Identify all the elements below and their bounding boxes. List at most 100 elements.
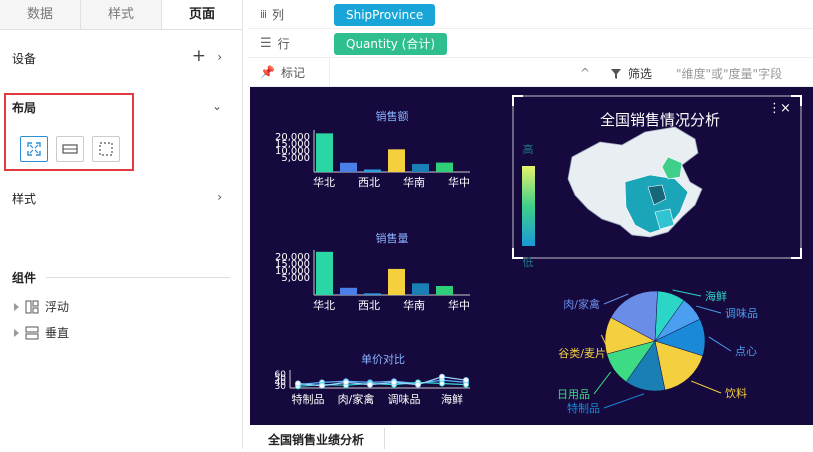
pie-label: 特制品 (567, 401, 600, 415)
bar (412, 163, 429, 172)
x-tick-label: 华南 (403, 298, 425, 312)
chevron-right-icon[interactable]: › (217, 50, 222, 64)
pie-label: 饮料 (725, 386, 747, 400)
rows-icon: ☰ (260, 36, 272, 51)
rows-field-pill[interactable]: Quantity (合计) (334, 32, 448, 55)
x-tick-label: 华北 (313, 175, 335, 189)
close-icon: × (780, 101, 791, 116)
x-tick-label: 华中 (448, 298, 470, 312)
resize-corner (512, 248, 523, 259)
divider (46, 277, 230, 278)
left-panel: 数据 样式 页面 设备 + › 布局 ⌄ 样式 › 组件 浮动 垂直 (0, 0, 243, 449)
columns-field-pill[interactable]: ShipProvince (334, 3, 436, 26)
y-tick-label: 30 (275, 382, 287, 392)
chevron-up-icon[interactable]: ^ (580, 66, 590, 80)
pie-label: 点心 (735, 345, 757, 358)
resize-corner (791, 248, 802, 259)
rows-shelf[interactable]: ☰ 行 Quantity (合计) (248, 30, 813, 58)
expand-icon (27, 142, 41, 156)
component-vertical[interactable]: 垂直 (14, 324, 69, 341)
filter-shelf[interactable]: 筛选 (610, 65, 652, 82)
data-point (343, 379, 349, 386)
resize-corner (512, 95, 523, 106)
component-float[interactable]: 浮动 (14, 298, 69, 315)
x-tick-label: 华南 (403, 175, 425, 189)
pie-leader-line (708, 336, 732, 352)
data-point (439, 380, 445, 387)
data-point (415, 381, 421, 388)
pie-leader-line (696, 305, 722, 314)
layout-width-button[interactable] (56, 136, 84, 162)
bar (340, 162, 357, 172)
bar (388, 149, 405, 172)
pie-leader-line (603, 393, 645, 409)
resize-corner (791, 95, 802, 106)
bar (316, 251, 333, 295)
bar (316, 133, 333, 172)
columns-label: 列 (272, 8, 285, 22)
data-point (319, 382, 325, 389)
x-tick-label: 华北 (313, 298, 335, 312)
components-label: 组件 (12, 271, 37, 285)
x-tick-label: 西北 (358, 299, 380, 312)
chevron-right-icon[interactable]: › (217, 190, 222, 204)
pie-leader-line (593, 371, 612, 395)
sheet-tab[interactable]: 全国销售业绩分析 (248, 428, 386, 449)
y-tick-label: 5,000 (281, 153, 310, 164)
dashboard-svg: 销售额20,00015,00010,0005,000华北 西北 华南 华中销售量20,… (275, 95, 802, 415)
marks-filter-bar: 📌 标记 ^ 筛选 "维度"或"度量"字段 (248, 58, 813, 87)
x-tick-label: 西北 (358, 176, 380, 189)
filter-label: 筛选 (628, 67, 653, 81)
chart-title: 单价对比 (361, 352, 405, 366)
rows-label: 行 (277, 37, 290, 51)
pie-label: 调味品 (725, 307, 758, 320)
data-point (463, 377, 469, 384)
device-label: 设备 (12, 52, 37, 66)
data-point (391, 379, 397, 386)
bar (364, 169, 381, 172)
legend-low-label: 低 (523, 256, 534, 269)
legend-gradient (522, 166, 535, 246)
chart-title: 销售量 (376, 231, 409, 245)
add-icon[interactable]: + (192, 46, 206, 66)
pie-leader-line (691, 380, 722, 394)
tab-page[interactable]: 页面 (162, 0, 242, 29)
style-label: 样式 (12, 192, 37, 206)
bar (340, 287, 357, 295)
bar (412, 283, 429, 295)
component-label: 垂直 (45, 326, 70, 340)
layout-free-button[interactable] (92, 136, 120, 162)
component-label: 浮动 (45, 300, 70, 314)
columns-shelf[interactable]: ⅲ 列 ShipProvince (248, 1, 813, 29)
filter-hint: "维度"或"度量"字段 (676, 67, 783, 81)
marks-shelf[interactable]: 📌 标记 (248, 58, 330, 86)
marks-label: 标记 (280, 65, 305, 80)
x-tick-label: 调味品 (388, 393, 421, 406)
layout-fit-button[interactable] (20, 136, 48, 162)
filter-icon (611, 68, 621, 79)
data-point (367, 381, 373, 388)
panel-tabs: 数据 样式 页面 (0, 0, 242, 30)
bar (436, 286, 453, 295)
y-tick-label: 5,000 (281, 273, 310, 284)
data-point (439, 373, 445, 380)
style-section[interactable]: 样式 › (12, 190, 230, 207)
pie-label: 谷类/麦片 (558, 346, 606, 360)
dashboard-canvas: 销售额 20,000 15,000 10,000 5,000 华北 西北 华南 华中 销售量 20,… (250, 87, 813, 425)
tab-style[interactable]: 样式 (81, 0, 162, 29)
map-title: 全国销售情况分析 (600, 111, 720, 129)
bar (364, 293, 381, 295)
chevron-down-icon[interactable]: ⌄ (212, 99, 222, 113)
data-point (295, 380, 301, 387)
layout-section[interactable]: 布局 ⌄ (12, 99, 230, 116)
bar (388, 268, 405, 295)
components-header: 组件 (12, 269, 230, 286)
chart-title: 销售额 (376, 109, 409, 123)
device-section[interactable]: 设备 + › (12, 46, 230, 67)
legend-high-label: 高 (523, 142, 534, 156)
x-tick-label: 海鲜 (441, 392, 463, 406)
pin-icon: 📌 (260, 65, 275, 79)
tab-data[interactable]: 数据 (0, 0, 81, 29)
layout-label: 布局 (12, 101, 37, 115)
main-area: ⅲ 列 ShipProvince ☰ 行 Quantity (合计) 📌 标记 … (248, 0, 813, 449)
